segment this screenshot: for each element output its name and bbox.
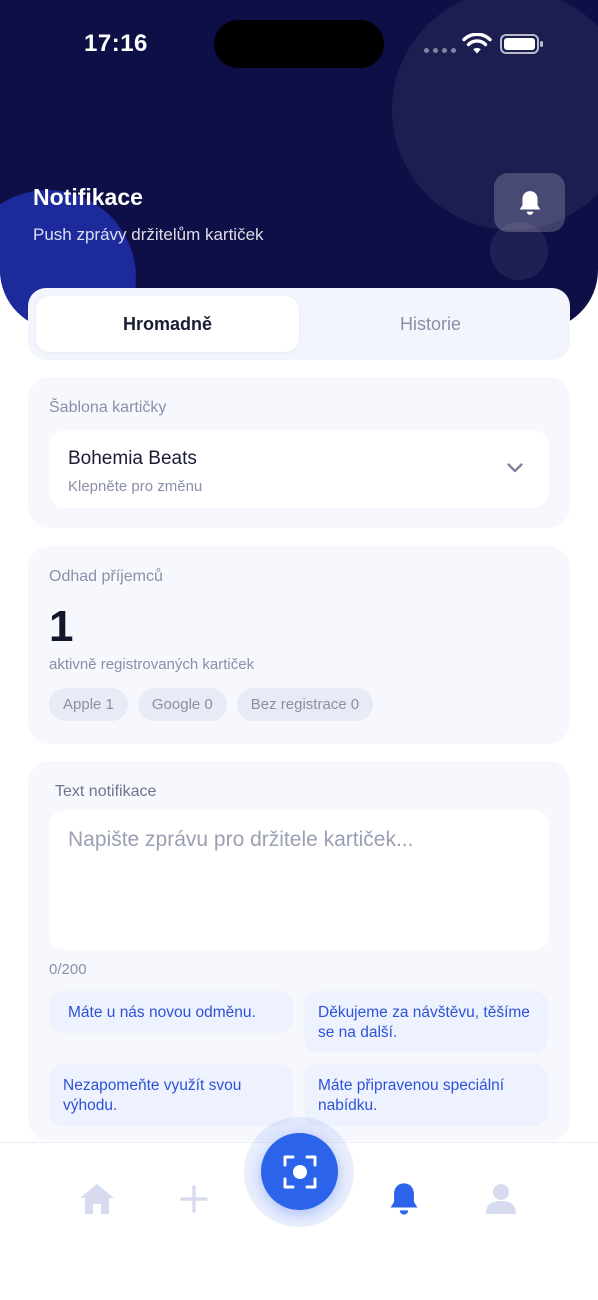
template-selected-value: Bohemia Beats — [68, 448, 197, 469]
nav-notifications[interactable] — [384, 1179, 424, 1219]
chip-google: Google 0 — [137, 688, 227, 721]
chip-unregistered: Bez registrace 0 — [236, 688, 374, 721]
page-subtitle: Push zprávy držitelům kartiček — [33, 225, 264, 244]
message-label: Text notifikace — [55, 783, 157, 800]
suggestion-chip[interactable]: Máte připravenou speciální nabídku. — [304, 1064, 548, 1126]
header: 17:16 Notifikace Push zprávy držitelům k… — [0, 0, 598, 330]
nav-profile[interactable] — [481, 1179, 521, 1219]
notifications-button[interactable] — [494, 173, 565, 232]
bottom-nav — [0, 1117, 598, 1300]
signal-icon — [424, 48, 456, 53]
dynamic-island — [214, 20, 384, 68]
template-label: Šablona kartičky — [49, 399, 167, 416]
recipients-count: 1 — [49, 602, 74, 651]
suggestion-chip[interactable]: Máte u nás novou odměnu. — [49, 991, 293, 1033]
battery-icon — [500, 34, 543, 54]
bell-icon — [519, 190, 540, 215]
char-counter: 0/200 — [49, 961, 87, 978]
recipients-caption: aktivně registrovaných kartiček — [49, 656, 255, 673]
nav-home[interactable] — [77, 1179, 117, 1219]
home-icon — [80, 1184, 114, 1214]
profile-icon — [486, 1184, 516, 1214]
wifi-icon — [462, 33, 492, 54]
recipients-card: Odhad příjemců 1 aktivně registrovaných … — [28, 546, 570, 744]
template-hint: Klepněte pro změnu — [68, 478, 203, 495]
chip-apple: Apple 1 — [49, 688, 128, 721]
scan-button[interactable] — [261, 1133, 338, 1210]
suggestion-chip[interactable]: Nezapomeňte využít svou výhodu. — [49, 1064, 293, 1126]
page-title: Notifikace — [33, 184, 143, 210]
bell-icon — [390, 1183, 418, 1215]
tab-history[interactable]: Historie — [299, 296, 562, 352]
suggestion-chip[interactable]: Děkujeme za návštěvu, těšíme se na další… — [304, 991, 548, 1053]
recipients-label: Odhad příjemců — [49, 568, 163, 585]
platform-chips: Apple 1 Google 0 Bez registrace 0 — [49, 688, 374, 721]
tab-bar: Hromadně Historie — [28, 288, 570, 360]
message-input[interactable] — [49, 810, 549, 950]
plus-icon — [180, 1185, 208, 1213]
nav-add[interactable] — [174, 1179, 214, 1219]
template-card: Šablona kartičky Bohemia Beats Klepněte … — [28, 377, 570, 528]
chevron-down-icon — [507, 463, 523, 473]
message-card: Text notifikace 0/200 Máte u nás novou o… — [28, 761, 570, 1141]
template-select[interactable]: Bohemia Beats Klepněte pro změnu — [49, 430, 549, 508]
tab-bulk[interactable]: Hromadně — [36, 296, 299, 352]
scan-icon — [283, 1155, 316, 1188]
status-time: 17:16 — [84, 30, 148, 57]
